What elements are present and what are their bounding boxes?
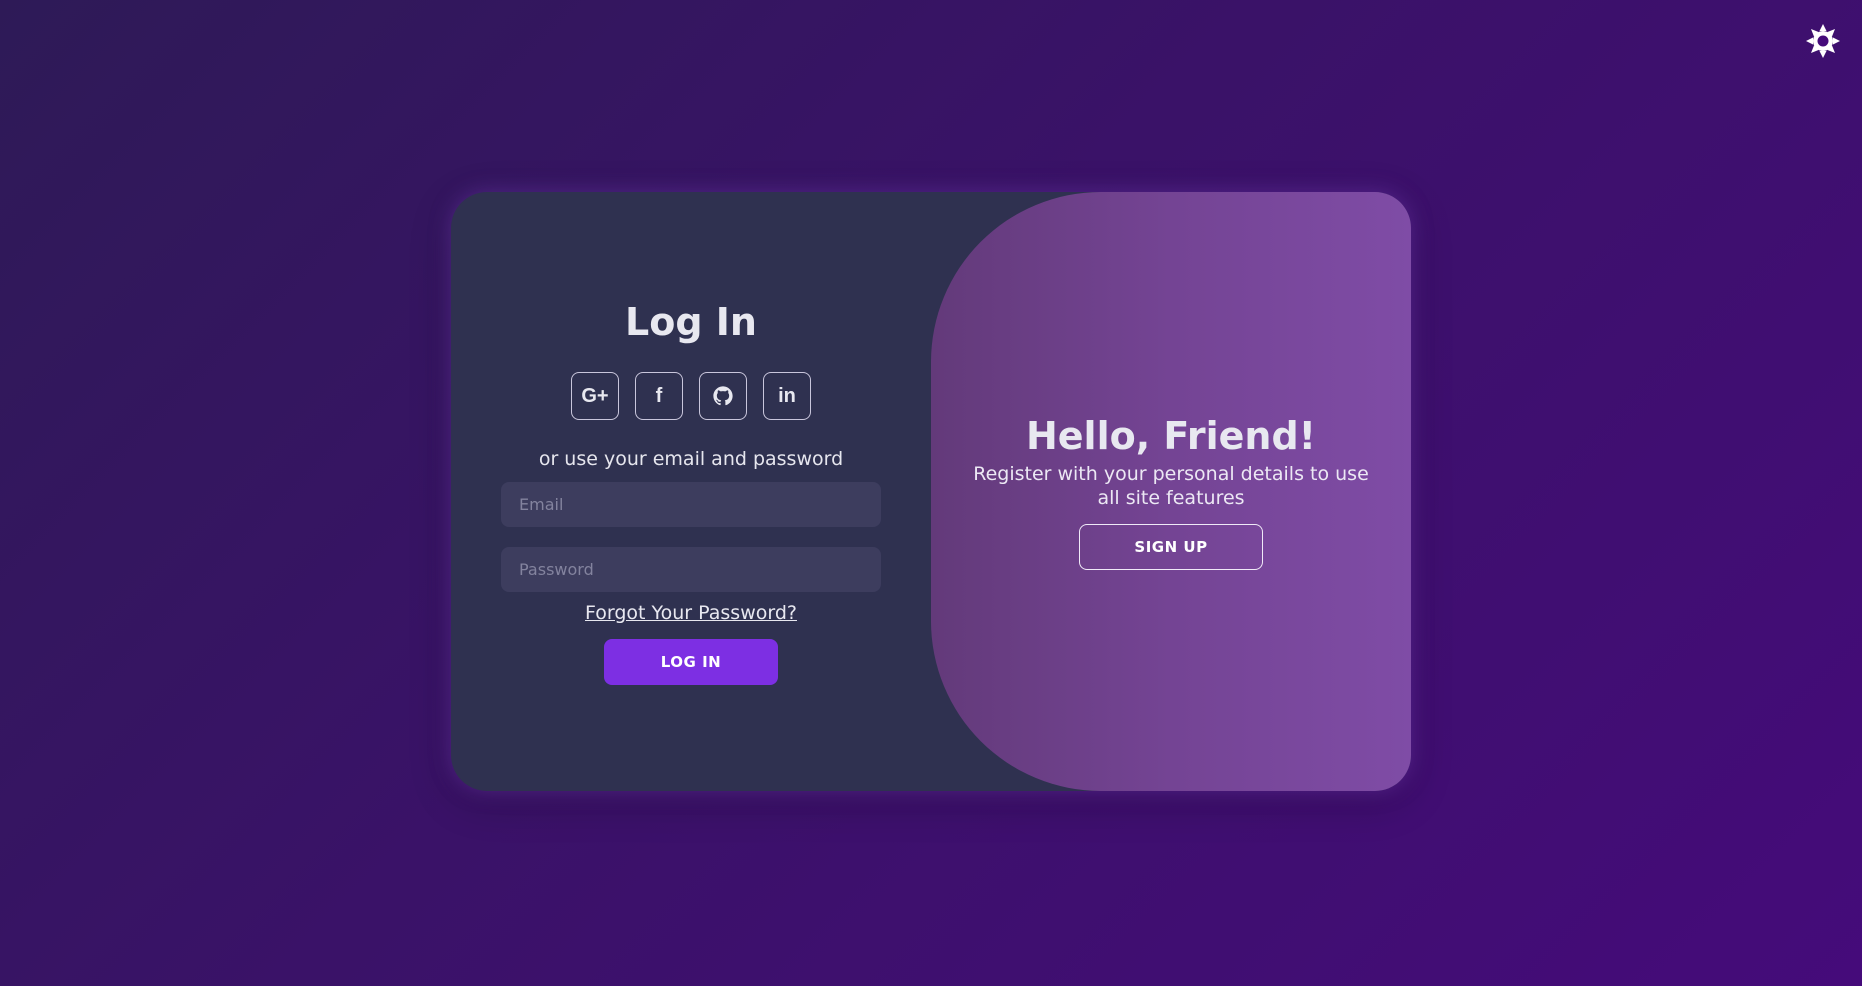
google-login-button[interactable]: G+ bbox=[571, 372, 619, 420]
forgot-password-link[interactable]: Forgot Your Password? bbox=[451, 602, 931, 624]
login-panel: Log In G+ f in or use your email and pas… bbox=[451, 192, 931, 791]
social-login-row: G+ f in bbox=[571, 372, 811, 420]
login-title: Log In bbox=[625, 300, 757, 344]
facebook-login-button[interactable]: f bbox=[635, 372, 683, 420]
alt-login-text: or use your email and password bbox=[538, 448, 844, 470]
google-plus-icon: G+ bbox=[581, 384, 609, 407]
github-icon bbox=[713, 386, 733, 406]
signup-subtitle: Register with your personal details to u… bbox=[973, 463, 1369, 509]
sun-icon bbox=[1806, 24, 1840, 58]
login-button[interactable]: LOG IN bbox=[604, 639, 778, 685]
signup-panel: Hello, Friend! Register with your person… bbox=[931, 192, 1411, 791]
linkedin-login-button[interactable]: in bbox=[763, 372, 811, 420]
auth-card: Log In G+ f in or use your email and pas… bbox=[451, 192, 1411, 791]
facebook-icon: f bbox=[655, 384, 663, 407]
email-field[interactable] bbox=[501, 482, 881, 527]
signup-button[interactable]: SIGN UP bbox=[1079, 524, 1263, 570]
github-login-button[interactable] bbox=[699, 372, 747, 420]
password-field[interactable] bbox=[501, 547, 881, 592]
linkedin-icon: in bbox=[778, 384, 796, 407]
signup-title: Hello, Friend! bbox=[1025, 414, 1317, 458]
theme-toggle-button[interactable] bbox=[1806, 24, 1840, 58]
